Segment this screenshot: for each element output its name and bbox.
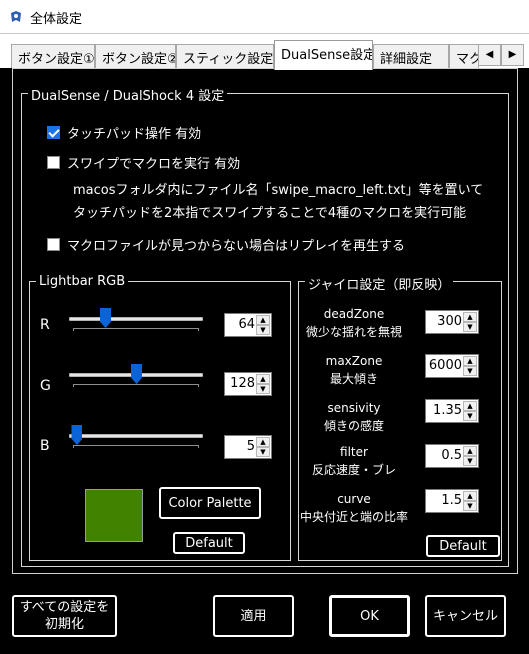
- tab-button-settings-1[interactable]: ボタン設定①: [11, 44, 95, 68]
- replay-checkbox-row[interactable]: マクロファイルが見つからない場合はリプレイを再生する: [47, 235, 405, 254]
- lightbar-default-button[interactable]: Default: [173, 532, 245, 554]
- swipe-checkbox-row[interactable]: スワイプでマクロを実行 有効: [47, 153, 240, 172]
- tab-scroll-left-icon[interactable]: ◀: [478, 44, 501, 66]
- ok-button[interactable]: OK: [329, 595, 410, 637]
- replay-checkbox[interactable]: [47, 238, 60, 251]
- reset-all-button[interactable]: すべての設定を 初期化: [12, 595, 117, 637]
- gyro-maxzone-label: maxZone 最大傾き: [303, 352, 405, 388]
- reset-all-line-1: すべての設定を: [19, 600, 110, 615]
- blue-value: 5: [246, 439, 255, 454]
- gyro-param-name: maxZone: [325, 354, 383, 368]
- touchpad-checkbox[interactable]: [47, 126, 60, 139]
- gyro-param-desc: 微少な揺れを無視: [305, 325, 402, 339]
- blue-slider[interactable]: [69, 424, 203, 450]
- spin-down-icon[interactable]: ▼: [256, 384, 270, 394]
- spin-up-icon[interactable]: ▲: [463, 312, 477, 322]
- replay-label: マクロファイルが見つからない場合はリプレイを再生する: [67, 239, 406, 254]
- tab-macro[interactable]: マク: [449, 44, 479, 68]
- filter-spinbox[interactable]: 0.5 ▲ ▼: [425, 444, 479, 468]
- dualsense-panel: DualSense / DualShock 4 設定 タッチパッド操作 有効 ス…: [12, 68, 518, 574]
- gyro-param-name: sensivity: [327, 401, 381, 415]
- gyro-deadzone-label: deadZone 微少な揺れを無視: [303, 305, 405, 341]
- spin-down-icon[interactable]: ▼: [463, 501, 477, 511]
- deadzone-value: 300: [437, 314, 462, 329]
- gyro-group-title: ジャイロ設定（即反映）: [305, 274, 454, 293]
- gamepad-icon: [11, 11, 21, 22]
- slider-ticks: [73, 328, 199, 331]
- spin-up-icon[interactable]: ▲: [256, 315, 270, 325]
- blue-label: B: [40, 438, 50, 454]
- sensitivity-spinbox[interactable]: 1.35 ▲ ▼: [425, 399, 479, 423]
- dualsense-group-title: DualSense / DualShock 4 設定: [28, 85, 228, 104]
- red-slider[interactable]: [69, 307, 203, 333]
- maxzone-value: 6000: [428, 358, 462, 373]
- gyro-sensitivity-label: sensivity 傾きの感度: [303, 399, 405, 435]
- slider-track: [69, 317, 203, 321]
- blue-spinbox[interactable]: 5 ▲ ▼: [224, 435, 272, 459]
- cancel-button[interactable]: キャンセル: [425, 595, 506, 637]
- gyro-filter-label: filter 反応速度・ブレ: [303, 443, 405, 479]
- gyro-param-desc: 傾きの感度: [323, 419, 384, 433]
- reset-all-line-2: 初期化: [44, 617, 84, 632]
- tab-scroll-right-icon[interactable]: ▶: [501, 44, 524, 66]
- gyro-curve-label: curve 中央付近と端の比率: [300, 490, 408, 526]
- gyro-param-name: deadZone: [323, 307, 385, 321]
- window-title: 全体設定: [30, 12, 83, 27]
- green-spinbox[interactable]: 128 ▲ ▼: [224, 372, 272, 396]
- gyro-param-desc: 中央付近と端の比率: [300, 510, 409, 524]
- color-palette-button[interactable]: Color Palette: [159, 487, 261, 519]
- spin-down-icon[interactable]: ▼: [463, 322, 477, 332]
- apply-button[interactable]: 適用: [213, 595, 294, 637]
- spin-up-icon[interactable]: ▲: [463, 446, 477, 456]
- slider-ticks: [73, 384, 199, 387]
- gyro-param-name: curve: [337, 492, 371, 506]
- red-label: R: [40, 317, 50, 333]
- spin-down-icon[interactable]: ▼: [463, 366, 477, 376]
- swipe-note-line-2: タッチパッドを2本指でスワイプすることで4種のマクロを実行可能: [73, 206, 467, 221]
- green-label: G: [40, 378, 51, 394]
- curve-spinbox[interactable]: 1.5 ▲ ▼: [425, 489, 479, 513]
- maxzone-spinbox[interactable]: 6000 ▲ ▼: [425, 354, 479, 378]
- filter-value: 0.5: [441, 448, 462, 463]
- swipe-label: スワイプでマクロを実行 有効: [67, 157, 241, 172]
- red-spinbox[interactable]: 64 ▲ ▼: [224, 313, 272, 337]
- spin-up-icon[interactable]: ▲: [463, 356, 477, 366]
- spin-down-icon[interactable]: ▼: [256, 447, 270, 457]
- spin-down-icon[interactable]: ▼: [256, 325, 270, 335]
- gyro-default-button[interactable]: Default: [426, 535, 500, 557]
- gyro-param-desc: 最大傾き: [329, 372, 378, 386]
- slider-track: [69, 434, 203, 438]
- lightbar-group-title: Lightbar RGB: [36, 274, 129, 289]
- slider-thumb[interactable]: [71, 425, 83, 445]
- slider-thumb[interactable]: [100, 308, 111, 328]
- spin-up-icon[interactable]: ▲: [463, 491, 477, 501]
- slider-ticks: [73, 445, 199, 448]
- spin-up-icon[interactable]: ▲: [463, 401, 477, 411]
- slider-thumb[interactable]: [131, 364, 142, 384]
- touchpad-checkbox-row[interactable]: タッチパッド操作 有効: [47, 123, 201, 142]
- color-swatch: [85, 489, 143, 542]
- swipe-note-line-1: macosフォルダ内にファイル名「swipe_macro_left.txt」等を…: [73, 183, 484, 198]
- spin-up-icon[interactable]: ▲: [256, 437, 270, 447]
- tab-button-settings-2[interactable]: ボタン設定②: [95, 44, 176, 68]
- red-value: 64: [238, 317, 255, 332]
- spin-down-icon[interactable]: ▼: [463, 411, 477, 421]
- spin-down-icon[interactable]: ▼: [463, 456, 477, 466]
- curve-value: 1.5: [441, 493, 462, 508]
- green-value: 128: [230, 376, 255, 391]
- tab-advanced-settings[interactable]: 詳細設定: [373, 44, 449, 68]
- swipe-checkbox[interactable]: [47, 156, 60, 169]
- gyro-param-name: filter: [340, 445, 368, 459]
- green-slider[interactable]: [69, 363, 203, 389]
- title-bar: 全体設定: [0, 0, 529, 34]
- sensitivity-value: 1.35: [433, 403, 462, 418]
- gyro-param-desc: 反応速度・ブレ: [311, 463, 396, 477]
- tab-stick-settings[interactable]: スティック設定: [176, 44, 274, 68]
- tab-dualsense-settings[interactable]: DualSense設定: [274, 40, 373, 70]
- spin-up-icon[interactable]: ▲: [256, 374, 270, 384]
- touchpad-label: タッチパッド操作 有効: [67, 127, 202, 142]
- deadzone-spinbox[interactable]: 300 ▲ ▼: [425, 310, 479, 334]
